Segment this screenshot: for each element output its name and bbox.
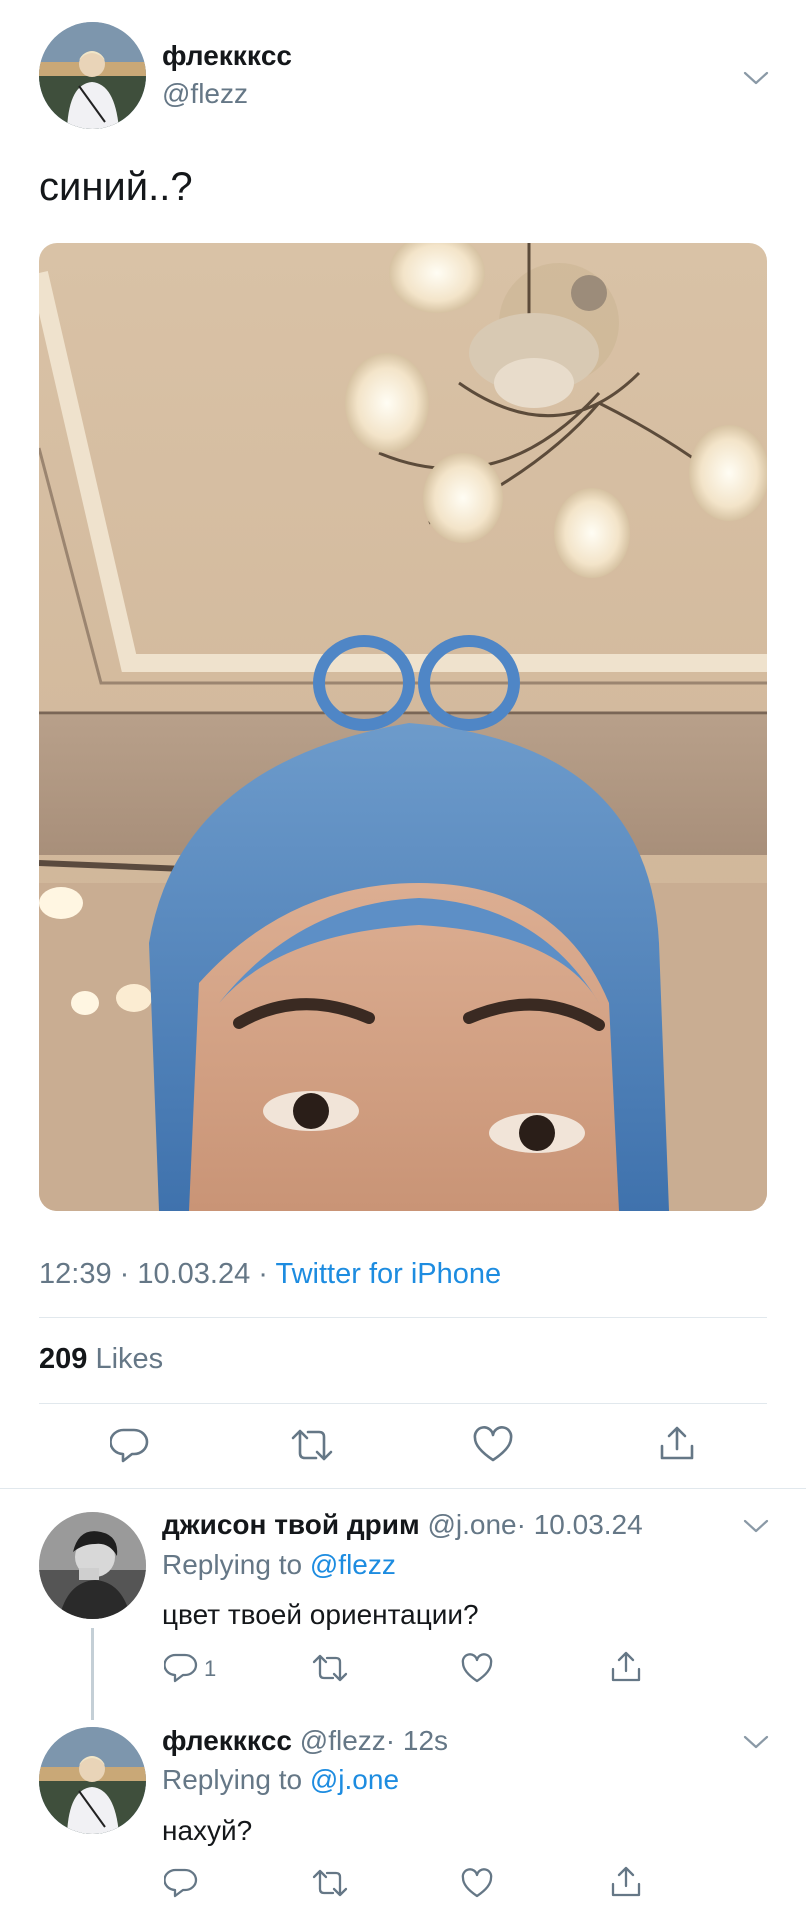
- reply-timestamp: · 12s: [385, 1725, 449, 1756]
- reply-icon[interactable]: [164, 1867, 198, 1899]
- replying-to-mention[interactable]: @j.one: [310, 1764, 399, 1795]
- replying-to-prefix: Replying to: [162, 1764, 303, 1795]
- replying-to-line: Replying to @flezz: [162, 1549, 396, 1581]
- like-icon[interactable]: [460, 1867, 494, 1899]
- author-avatar-image: [39, 22, 146, 129]
- thread-line: [91, 1628, 94, 1720]
- reply-icon[interactable]: [164, 1652, 198, 1684]
- tweet-meta: 12:39 · 10.03.24 · Twitter for iPhone: [39, 1258, 501, 1291]
- tweet-photo[interactable]: [39, 243, 767, 1211]
- divider: [39, 1403, 767, 1404]
- chevron-down-icon[interactable]: [743, 1518, 769, 1534]
- like-icon[interactable]: [460, 1652, 494, 1684]
- reply-header: флекккcс @flezz· 12s: [162, 1725, 448, 1757]
- reply-avatar[interactable]: [39, 1512, 146, 1619]
- section-separator: [0, 1488, 806, 1489]
- retweet-icon[interactable]: [289, 1426, 335, 1464]
- reply-author-handle[interactable]: @flezz: [300, 1725, 386, 1756]
- reply-avatar-image: [39, 1727, 146, 1834]
- reply-text: цвет твоей ориентации?: [162, 1599, 479, 1630]
- photo-image: [39, 243, 767, 1211]
- reply-author-name[interactable]: джисон твой дрим: [162, 1509, 420, 1540]
- author-name[interactable]: флекккcс: [162, 40, 292, 72]
- share-icon[interactable]: [657, 1424, 697, 1464]
- reply-icon[interactable]: [110, 1426, 150, 1464]
- share-icon[interactable]: [609, 1650, 643, 1684]
- replying-to-line: Replying to @j.one: [162, 1764, 399, 1796]
- tweet-source-link[interactable]: Twitter for iPhone: [276, 1258, 502, 1290]
- reply-count: 1: [204, 1656, 217, 1681]
- likes-label: Likes: [95, 1343, 164, 1375]
- replying-to-prefix: Replying to: [162, 1549, 303, 1580]
- replying-to-mention[interactable]: @flezz: [310, 1549, 396, 1580]
- retweet-icon[interactable]: [311, 1652, 349, 1684]
- author-avatar[interactable]: [39, 22, 146, 129]
- share-icon[interactable]: [609, 1865, 643, 1899]
- divider: [39, 1317, 767, 1318]
- reply-author-name[interactable]: флекккcс: [162, 1725, 292, 1756]
- chevron-down-icon[interactable]: [743, 1734, 769, 1750]
- reply-avatar-image: [39, 1512, 146, 1619]
- chevron-down-icon[interactable]: [743, 70, 769, 86]
- tweet-timestamp: 12:39 · 10.03.24 ·: [39, 1258, 268, 1290]
- reply-header: джисон твой дрим @j.one· 10.03.24: [162, 1509, 643, 1541]
- retweet-icon[interactable]: [311, 1867, 349, 1899]
- reply-text: нахуй?: [162, 1815, 253, 1846]
- likes-stat[interactable]: 209 Likes: [39, 1343, 163, 1376]
- reply-author-handle[interactable]: @j.one: [427, 1509, 516, 1540]
- reply-avatar[interactable]: [39, 1727, 146, 1834]
- like-icon[interactable]: [472, 1426, 514, 1464]
- tweet-text: синий..?: [39, 165, 193, 209]
- reply-timestamp: · 10.03.24: [516, 1509, 643, 1540]
- author-handle[interactable]: @flezz: [162, 78, 248, 110]
- likes-count: 209: [39, 1343, 88, 1375]
